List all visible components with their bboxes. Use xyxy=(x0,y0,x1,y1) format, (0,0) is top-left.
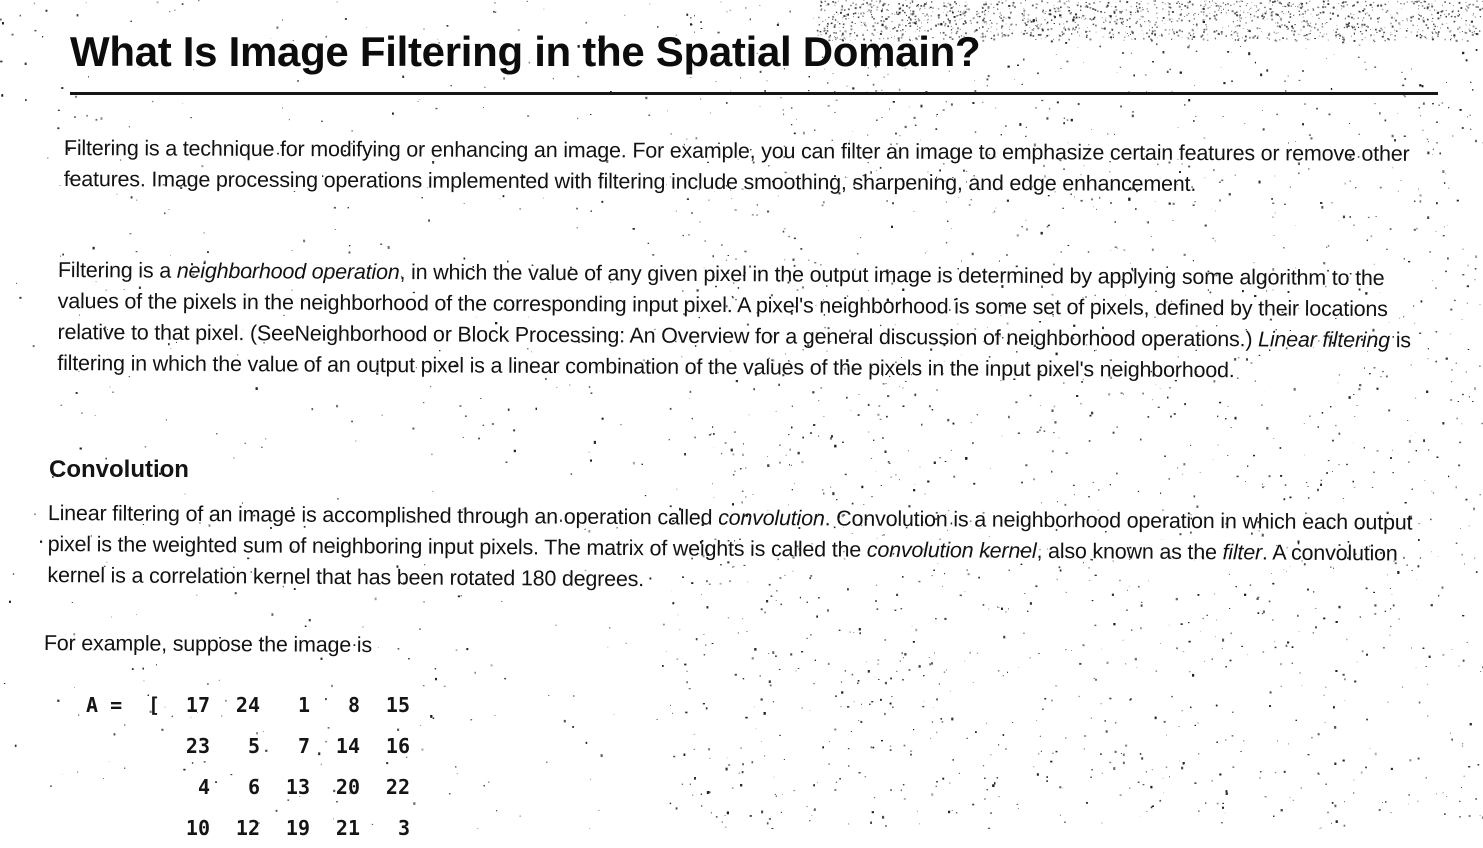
matrix-cell: 15 xyxy=(360,693,410,717)
term-linear-filtering: Linear filtering xyxy=(1258,327,1390,352)
matrix-row: 23571416 xyxy=(86,725,410,766)
matrix-cell: 16 xyxy=(360,734,410,758)
matrix-cell: 14 xyxy=(310,734,360,758)
matrix-cell: 1 xyxy=(260,693,310,717)
matrix-cell: 8 xyxy=(310,693,360,717)
title-underline xyxy=(70,92,1438,95)
neighborhood-paragraph: Filtering is a neighborhood operation, i… xyxy=(57,255,1442,387)
matrix-cell: 19 xyxy=(260,816,310,840)
term-filter: filter xyxy=(1222,540,1262,564)
matrix-cell: 10 xyxy=(160,816,210,840)
matrix-cell: 12 xyxy=(210,816,260,840)
matrix-cell: 5 xyxy=(210,734,260,758)
matrix-a: A = [17241815 23571416 46132022 10121921… xyxy=(86,684,410,848)
matrix-cell: 20 xyxy=(310,775,360,799)
matrix-cell: 24 xyxy=(210,693,260,717)
matrix-row: A = [17241815 xyxy=(86,684,410,725)
term-neighborhood-operation: neighborhood operation xyxy=(177,259,400,284)
intro-paragraph: Filtering is a technique for modifying o… xyxy=(64,133,1444,201)
term-convolution: convolution xyxy=(718,506,825,531)
matrix-cell: 6 xyxy=(210,775,260,799)
matrix-cell: 21 xyxy=(310,816,360,840)
matrix-cell: 17 xyxy=(160,693,210,717)
document-page: What Is Image Filtering in the Spatial D… xyxy=(0,0,1483,829)
matrix-label: A = xyxy=(86,693,148,717)
page-title: What Is Image Filtering in the Spatial D… xyxy=(70,28,980,76)
section-heading-convolution: Convolution xyxy=(49,456,189,484)
matrix-row: 46132022 xyxy=(86,766,410,807)
matrix-cell: 3 xyxy=(360,816,410,840)
matrix-row: 101219213 xyxy=(86,807,410,848)
matrix-bracket: [ xyxy=(148,693,160,717)
text-segment: Linear filtering of an image is accompli… xyxy=(48,501,718,530)
matrix-cell: 4 xyxy=(160,775,210,799)
text-segment: Filtering is a xyxy=(58,258,177,283)
matrix-cell: 23 xyxy=(160,734,210,758)
text-segment: , also known as the xyxy=(1036,539,1222,564)
term-convolution-kernel: convolution kernel xyxy=(867,538,1037,563)
example-intro: For example, suppose the image is xyxy=(44,628,644,663)
matrix-cell: 13 xyxy=(260,775,310,799)
matrix-cell: 7 xyxy=(260,734,310,758)
convolution-paragraph: Linear filtering of an image is accompli… xyxy=(47,498,1438,601)
matrix-cell: 22 xyxy=(360,775,410,799)
